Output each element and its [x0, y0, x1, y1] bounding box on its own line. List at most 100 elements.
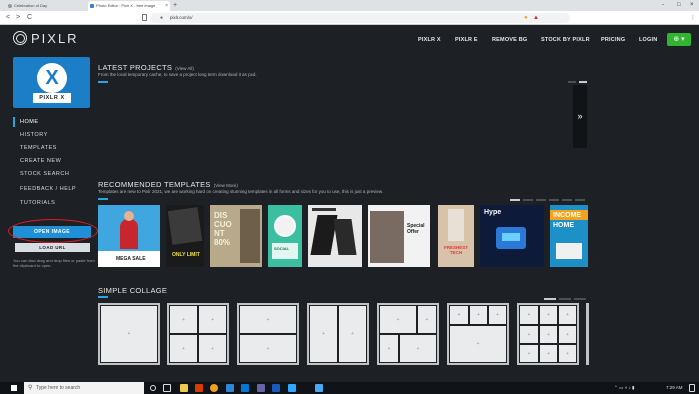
nav-login[interactable]: LOGIN — [639, 25, 657, 55]
nav-remove-bg[interactable]: REMOVE BG — [492, 25, 527, 55]
collage-cell — [539, 344, 558, 363]
pager-dot[interactable] — [559, 298, 571, 300]
new-tab-button[interactable]: + — [173, 1, 177, 10]
template-card-hype[interactable]: Hype — [480, 205, 544, 267]
pager-dot-active[interactable] — [579, 81, 587, 83]
system-tray-icons[interactable]: ⌃ ▭ ◖ ♪ ▮ — [614, 382, 634, 394]
template-card-freshest-tech[interactable]: FRESHEST TECH — [438, 205, 474, 267]
address-bar[interactable]: ● pixlr.com/x/ — [142, 13, 570, 23]
chrome-icon[interactable] — [210, 384, 218, 392]
template-card-only-limit[interactable]: ONLY LIMIT — [166, 205, 204, 267]
recommended-templates-subtitle: Templates are new to Pixlr 2021, we are … — [98, 189, 384, 194]
close-tab-icon[interactable]: × — [165, 1, 168, 11]
template-photo — [370, 211, 404, 263]
extension-icon[interactable]: ● — [524, 14, 528, 22]
nav-stock-by-pixlr[interactable]: STOCK BY PIXLR — [541, 25, 590, 55]
cortana-icon[interactable] — [150, 385, 156, 391]
photoshop-icon[interactable] — [288, 384, 296, 392]
logo-text: PIXLR — [31, 31, 79, 46]
forward-button[interactable]: > — [16, 13, 20, 22]
notifications-icon[interactable] — [689, 384, 695, 392]
sidebar: X PIXLR X HOME HISTORY TEMPLATES CREATE … — [0, 55, 95, 355]
browser-tab-pixlr[interactable]: Photo Editor : Pixlr X - free image × — [88, 1, 170, 11]
taskbar-clock[interactable]: 7:29 AM — [666, 382, 683, 394]
template-card-income-home[interactable]: INCOME HOME — [550, 205, 588, 267]
back-button[interactable]: < — [6, 13, 10, 22]
view-more-link[interactable]: (View More) — [214, 183, 238, 188]
task-view-icon[interactable] — [163, 384, 171, 392]
open-image-button[interactable]: OPEN IMAGE — [13, 226, 91, 238]
pager-dot[interactable] — [568, 81, 576, 83]
collage-layout-4[interactable] — [307, 303, 369, 365]
maximize-button[interactable]: □ — [677, 0, 681, 10]
nav-pixlr-x[interactable]: PIXLR X — [418, 25, 441, 55]
sidebar-item-create-new[interactable]: CREATE NEW — [20, 157, 61, 165]
app-icon[interactable] — [315, 384, 323, 392]
pager-dot[interactable] — [574, 298, 586, 300]
template-text: DIS CUO NT 80% — [214, 211, 232, 247]
template-photo — [556, 243, 582, 259]
collage-layout-1[interactable] — [98, 303, 160, 365]
collage-cell — [169, 334, 198, 363]
edge-icon[interactable] — [226, 384, 234, 392]
next-projects-button[interactable]: » — [573, 85, 587, 148]
template-text: ONLY LIMIT — [172, 252, 200, 258]
collage-layout-2[interactable] — [167, 303, 229, 365]
pager-dot[interactable] — [562, 199, 572, 201]
browser-tab-celebration[interactable]: Celebration of Day — [6, 1, 86, 11]
template-card-mega-sale[interactable]: MEGA SALE — [98, 205, 160, 267]
collage-cell — [239, 305, 297, 334]
nav-pixlr-e[interactable]: PIXLR E — [455, 25, 478, 55]
site-header: PIXLR PIXLR X PIXLR E REMOVE BG STOCK BY… — [0, 25, 699, 55]
pager-dot[interactable] — [523, 199, 533, 201]
minimize-button[interactable]: - — [662, 0, 664, 10]
sidebar-item-templates[interactable]: TEMPLATES — [20, 144, 57, 152]
pager-dot[interactable] — [575, 199, 585, 201]
pager-dot-active[interactable] — [510, 199, 520, 201]
pager-dot[interactable] — [536, 199, 546, 201]
sidebar-item-stock-search[interactable]: STOCK SEARCH — [20, 170, 69, 178]
close-window-button[interactable]: × — [690, 0, 694, 10]
account-menu-button[interactable]: ⊕ ▾ — [667, 33, 691, 46]
collage-cell — [239, 334, 297, 363]
sidebar-item-history[interactable]: HISTORY — [20, 131, 48, 139]
word-icon[interactable] — [272, 384, 280, 392]
screen: Celebration of Day Photo Editor : Pixlr … — [0, 0, 699, 394]
warning-icon[interactable]: ▲ — [533, 14, 539, 22]
sidebar-item-feedback-help[interactable]: FEEDBACK / HELP — [20, 185, 76, 193]
pager-dot[interactable] — [549, 199, 559, 201]
teams-icon[interactable] — [257, 384, 265, 392]
collage-layout-3[interactable] — [237, 303, 299, 365]
browser-menu-icon[interactable]: ⋮ — [690, 14, 696, 22]
pager-dot-active[interactable] — [544, 298, 556, 300]
template-card-social[interactable]: SOCIAL — [268, 205, 302, 267]
template-photo — [167, 207, 203, 245]
collage-cell — [198, 334, 227, 363]
office-icon[interactable] — [195, 384, 203, 392]
collage-cell — [519, 325, 539, 344]
collage-layout-5[interactable] — [377, 303, 439, 365]
search-placeholder: Type here to search — [36, 385, 81, 391]
template-card-sports[interactable] — [308, 205, 362, 267]
collage-layout-partial[interactable] — [586, 303, 589, 365]
windows-start-icon[interactable] — [11, 385, 17, 391]
collage-layout-7[interactable] — [517, 303, 579, 365]
reload-button[interactable]: C — [27, 13, 32, 22]
taskbar-search-input[interactable]: ⚲ Type here to search — [24, 382, 144, 394]
sidebar-item-tutorials[interactable]: TUTORIALS — [20, 199, 55, 207]
template-card-special-offer[interactable]: Special Offer — [368, 205, 430, 267]
outlook-icon[interactable] — [241, 384, 249, 392]
file-explorer-icon[interactable] — [180, 384, 188, 392]
pixlr-logo[interactable]: PIXLR — [13, 30, 79, 48]
page-info-icon[interactable] — [142, 14, 147, 21]
sidebar-item-home[interactable]: HOME — [20, 118, 39, 126]
load-url-button[interactable]: LOAD URL — [15, 243, 90, 252]
templates-pager — [510, 199, 590, 201]
section-heading: LATEST PROJECTS — [98, 63, 173, 72]
view-all-link[interactable]: (View All) — [175, 66, 194, 71]
section-heading: RECOMMENDED TEMPLATES — [98, 180, 211, 189]
collage-cell — [539, 305, 558, 325]
collage-layout-6[interactable] — [447, 303, 509, 365]
nav-pricing[interactable]: PRICING — [601, 25, 625, 55]
template-card-discount[interactable]: DIS CUO NT 80% — [210, 205, 262, 267]
